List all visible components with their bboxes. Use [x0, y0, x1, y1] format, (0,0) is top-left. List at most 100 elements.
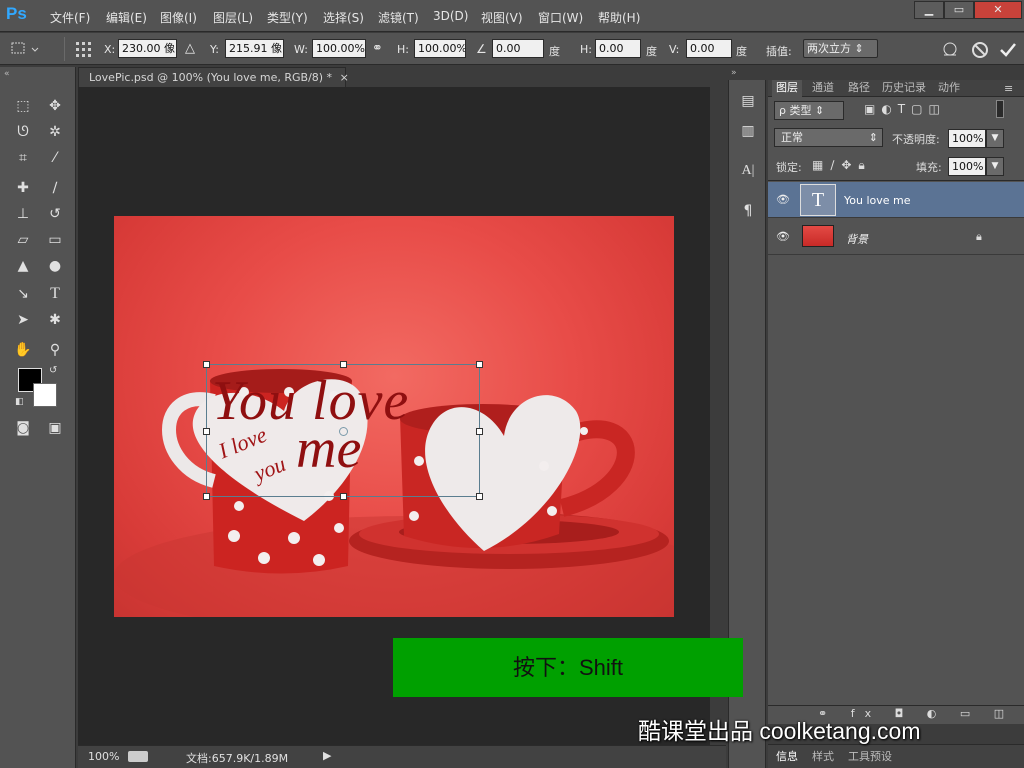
document-tab[interactable]: LovePic.psd @ 100% (You love me, RGB/8) … — [78, 67, 349, 87]
cancel-transform-icon[interactable] — [970, 41, 990, 59]
fill-dropdown-icon[interactable]: ▼ — [986, 157, 1004, 176]
opacity-dropdown-icon[interactable]: ▼ — [986, 129, 1004, 148]
custom-shape-icon[interactable]: ✱ — [44, 309, 66, 331]
angle-field[interactable]: 0.00 — [492, 39, 544, 58]
y-field[interactable]: 215.91 像 — [225, 39, 284, 58]
hand-icon[interactable]: ✋ — [12, 339, 34, 361]
crop-icon[interactable]: ⌗ — [12, 147, 34, 169]
tab-info[interactable]: 信息 — [772, 749, 802, 766]
transform-handle[interactable] — [476, 361, 483, 368]
vskew-field[interactable]: 0.00 — [686, 39, 732, 58]
menu-filter[interactable]: 滤镜(T) — [378, 9, 419, 26]
screen-mode-icon[interactable]: ▣ — [44, 417, 66, 439]
x-field[interactable]: 230.00 像 — [118, 39, 177, 58]
transform-handle[interactable] — [476, 428, 483, 435]
menu-3d[interactable]: 3D(D) — [433, 9, 468, 23]
zoom-level[interactable]: 100% — [88, 750, 119, 763]
transform-bounding-box[interactable] — [203, 361, 483, 500]
menu-select[interactable]: 选择(S) — [323, 9, 364, 26]
layer-row-text[interactable]: 👁︎ T You love me — [768, 182, 1024, 218]
gradient-icon[interactable]: ▭ — [44, 229, 66, 251]
tab-layers[interactable]: 图层 — [772, 80, 802, 97]
layer-row-background[interactable]: 👁︎ 背景 🔒︎ — [768, 219, 1024, 255]
commit-transform-icon[interactable] — [998, 41, 1018, 59]
marquee-icon[interactable]: ⬚ — [12, 95, 34, 117]
eraser-icon[interactable]: ▱ — [12, 229, 34, 251]
reference-point-marker[interactable] — [339, 427, 348, 436]
eye-icon[interactable]: 👁︎ — [776, 230, 790, 243]
zoom-icon[interactable]: ⚲ — [44, 339, 66, 361]
quick-mask-icon[interactable]: ◙ — [12, 417, 34, 439]
menu-edit[interactable]: 编辑(E) — [106, 9, 147, 26]
layer-filter-select[interactable]: ρ 类型 ⇕ — [774, 101, 844, 120]
status-menu-icon[interactable]: ▶ — [323, 749, 331, 762]
pen-icon[interactable]: ↘ — [12, 283, 34, 305]
transform-handle[interactable] — [203, 361, 210, 368]
height-field[interactable]: 100.00% — [414, 39, 466, 58]
tab-history[interactable]: 历史记录 — [878, 80, 930, 97]
menu-image[interactable]: 图像(I) — [160, 9, 197, 26]
link-icon[interactable]: ⚭ — [372, 41, 383, 56]
blur-icon[interactable]: ▲ — [12, 255, 34, 277]
warp-icon[interactable] — [940, 41, 960, 59]
history-brush-icon[interactable]: ↺ — [44, 203, 66, 225]
filter-toggle[interactable] — [996, 100, 1004, 118]
swap-colors-icon[interactable]: ↺ — [49, 365, 57, 376]
dodge-icon[interactable]: ● — [44, 255, 66, 277]
tab-actions[interactable]: 动作 — [934, 80, 964, 97]
blend-mode-select[interactable]: 正常 ⇕ — [774, 128, 883, 147]
path-selection-icon[interactable]: ➤ — [12, 309, 34, 331]
transform-handle[interactable] — [340, 361, 347, 368]
background-color-swatch[interactable] — [33, 383, 57, 407]
tab-close-icon[interactable]: × — [340, 71, 349, 84]
menu-view[interactable]: 视图(V) — [481, 9, 523, 26]
paragraph-panel-icon[interactable]: ¶ — [737, 200, 759, 222]
close-button[interactable]: ✕ — [974, 1, 1022, 19]
collapse-icon[interactable]: « — [4, 69, 10, 79]
clone-stamp-icon[interactable]: ⊥ — [12, 203, 34, 225]
menu-help[interactable]: 帮助(H) — [598, 9, 640, 26]
menu-window[interactable]: 窗口(W) — [538, 9, 583, 26]
status-info-icon[interactable] — [128, 751, 148, 762]
tab-paths[interactable]: 路径 — [844, 80, 874, 97]
transform-handle[interactable] — [203, 428, 210, 435]
type-icon[interactable]: T — [44, 283, 66, 305]
interp-select[interactable]: 两次立方 ⇕ — [803, 39, 878, 58]
hskew-field[interactable]: 0.00 — [595, 39, 641, 58]
tab-tool-presets[interactable]: 工具预设 — [844, 749, 896, 766]
layer-filter-icons[interactable]: ▣◐T▢◫ — [864, 102, 994, 119]
properties-panel-icon[interactable]: ▥ — [737, 120, 759, 142]
panel-menu-icon[interactable]: ≡ — [1004, 82, 1013, 95]
menu-layer[interactable]: 图层(L) — [213, 9, 253, 26]
transform-tool-preset-icon[interactable] — [8, 39, 42, 59]
menu-file[interactable]: 文件(F) — [50, 9, 90, 26]
transform-handle[interactable] — [340, 493, 347, 500]
tab-channels[interactable]: 通道 — [808, 80, 838, 97]
eye-icon[interactable]: 👁︎ — [776, 193, 790, 206]
fill-field[interactable]: 100% — [948, 157, 986, 176]
character-panel-icon[interactable]: A| — [737, 160, 759, 182]
document-canvas[interactable]: You love me I love you — [114, 216, 674, 617]
transform-handle[interactable] — [476, 493, 483, 500]
magic-wand-icon[interactable]: ✲ — [44, 121, 66, 143]
layer-name[interactable]: 背景 — [846, 231, 868, 247]
history-panel-icon[interactable]: ▤ — [737, 90, 759, 112]
layer-name[interactable]: You love me — [844, 194, 911, 207]
tab-styles[interactable]: 样式 — [808, 749, 838, 766]
brush-icon[interactable]: ∕ — [44, 177, 66, 199]
maximize-button[interactable]: ▭ — [944, 1, 974, 19]
delta-icon[interactable]: △ — [185, 41, 195, 56]
minimize-button[interactable]: ▁ — [914, 1, 944, 19]
move-icon[interactable]: ✥ — [44, 95, 66, 117]
menu-type[interactable]: 类型(Y) — [267, 9, 308, 26]
opacity-field[interactable]: 100% — [948, 129, 986, 148]
width-field[interactable]: 100.00% — [312, 39, 366, 58]
transform-handle[interactable] — [203, 493, 210, 500]
lock-icons[interactable]: ▦∕✥🔒︎ — [812, 158, 872, 173]
reference-point-icon[interactable] — [74, 40, 94, 58]
lasso-icon[interactable]: ᘎ — [12, 121, 34, 143]
eyedropper-icon[interactable]: ⁄ — [44, 147, 66, 169]
expand-icon[interactable]: » — [731, 68, 737, 78]
default-colors-icon[interactable]: ◧ — [15, 397, 24, 407]
healing-brush-icon[interactable]: ✚ — [12, 177, 34, 199]
